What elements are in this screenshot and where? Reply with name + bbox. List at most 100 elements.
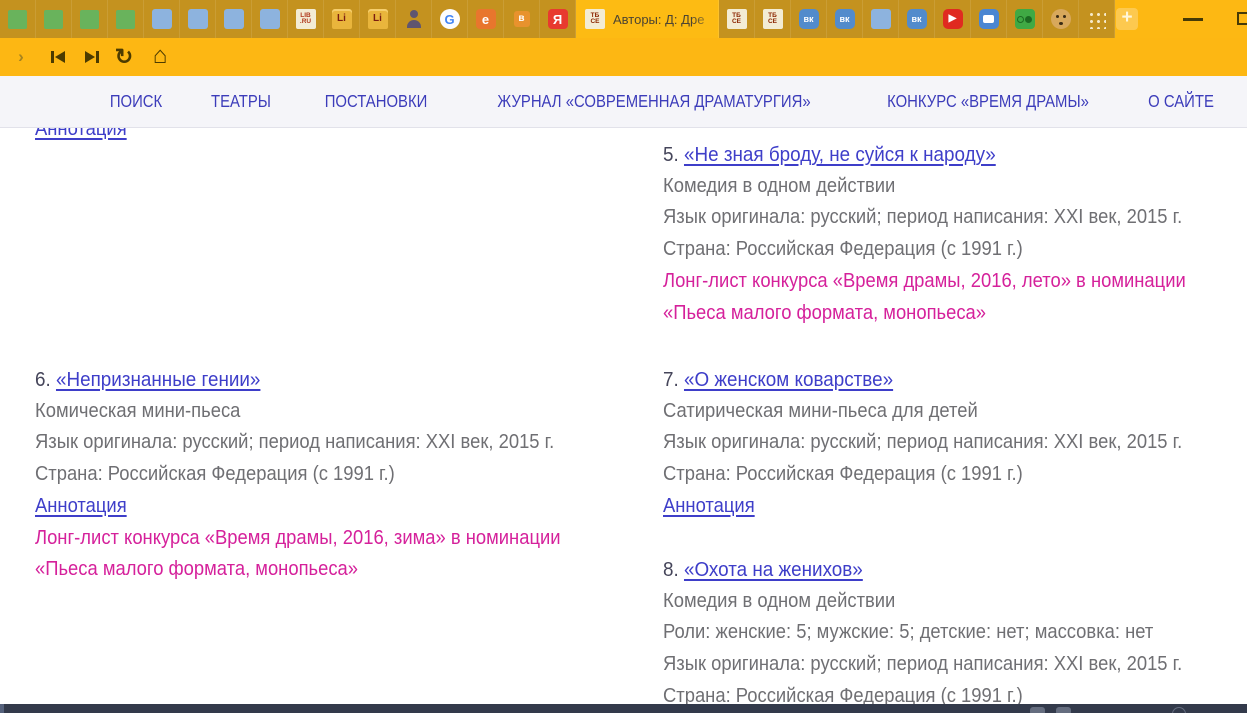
nav-item-4[interactable]: КОНКУРС «ВРЕМЯ ДРАМЫ» xyxy=(887,91,1089,112)
browser-toolbar: › ↻ ⌂ theatre-library.ru/authors/d/drey_… xyxy=(0,38,1247,76)
nav-item-5[interactable]: О САЙТЕ xyxy=(1148,91,1214,112)
li-folder-icon: Li xyxy=(368,9,388,29)
back-icon xyxy=(51,51,67,63)
theatre-icon: ТБСЕ xyxy=(763,9,783,29)
annotation-link[interactable]: Аннотация xyxy=(663,495,755,517)
bottom-panel-notch xyxy=(0,704,4,713)
award-line: Лонг-лист конкурса «Время драмы, 2016, з… xyxy=(35,523,624,555)
tab-yandex[interactable]: Я xyxy=(540,0,576,38)
green-square-icon xyxy=(44,10,63,29)
tab-green-square[interactable] xyxy=(36,0,72,38)
bottom-panel xyxy=(0,704,1247,713)
theatre-icon: ТБСЕ xyxy=(727,9,747,29)
tab-dog[interactable] xyxy=(1043,0,1079,38)
hidden-panel-icon xyxy=(1056,707,1071,713)
play-item-6: 6. «Непризнанные гении»Комическая мини-п… xyxy=(35,364,624,586)
tab-grid[interactable] xyxy=(1079,0,1115,38)
tab-green-square[interactable] xyxy=(108,0,144,38)
annotation-link[interactable]: Аннотация xyxy=(35,495,127,517)
tab-green-square[interactable] xyxy=(72,0,108,38)
play-detail-line: Страна: Российская Федерация (с 1991 г.) xyxy=(663,681,1247,704)
chat-icon xyxy=(979,9,999,29)
tab-book[interactable] xyxy=(216,0,252,38)
restore-window-button[interactable] xyxy=(1237,12,1247,25)
book-icon xyxy=(260,9,280,29)
play-detail-line: Страна: Российская Федерация (с 1991 г.) xyxy=(663,459,1247,491)
play-detail-line: Язык оригинала: русский; период написани… xyxy=(35,427,624,459)
li-folder-icon: Li xyxy=(332,9,352,29)
vk-icon: вк xyxy=(907,9,927,29)
tab-book[interactable] xyxy=(863,0,899,38)
tab-book[interactable] xyxy=(180,0,216,38)
tab-vk[interactable]: вк xyxy=(827,0,863,38)
play-heading: 6. «Непризнанные гении» xyxy=(35,364,624,396)
sidebar-chevron-icon[interactable]: › xyxy=(8,38,34,76)
play-detail-line: Сатирическая мини-пьеса для детей xyxy=(663,396,1247,428)
site-navigation: ПОИСК ТЕАТРЫ ПОСТАНОВКИ ЖУРНАЛ «СОВРЕМЕННАЯ… xyxy=(0,76,1247,128)
tab-book[interactable] xyxy=(252,0,288,38)
nav-item-2[interactable]: ПОСТАНОВКИ xyxy=(325,91,428,112)
active-tab-title: Авторы: Д: Дре xyxy=(613,12,704,27)
book-icon xyxy=(871,9,891,29)
e-service-icon: е xyxy=(476,9,496,29)
tab-li-folder[interactable]: Li xyxy=(360,0,396,38)
back-button[interactable] xyxy=(44,38,74,76)
tab-green-square[interactable] xyxy=(0,0,36,38)
new-tab-button[interactable]: + xyxy=(1116,8,1138,30)
play-detail-line: Комическая мини-пьеса xyxy=(35,396,624,428)
play-detail-line: Комедия в одном действии xyxy=(663,171,1247,203)
green-square-icon xyxy=(116,10,135,29)
tab-chat[interactable] xyxy=(971,0,1007,38)
play-title-link[interactable]: «О женском коварстве» xyxy=(684,368,893,391)
tab-youtube[interactable]: ▶ xyxy=(935,0,971,38)
web-page: Аннотация ПОИСК ТЕАТРЫ ПОСТАНОВКИ ЖУРНАЛ «С… xyxy=(0,76,1247,704)
tab-green-app[interactable] xyxy=(1007,0,1043,38)
play-detail-line: Комедия в одном действии xyxy=(663,586,1247,618)
home-button[interactable]: ⌂ xyxy=(144,38,176,76)
tab-theatre[interactable]: ТБСЕ xyxy=(719,0,755,38)
play-title-link[interactable]: «Непризнанные гении» xyxy=(56,368,260,391)
play-number: 5. xyxy=(663,143,679,166)
tab-theatre[interactable]: ТБСЕ xyxy=(755,0,791,38)
play-number: 6. xyxy=(35,368,51,391)
play-item-8: 8. «Охота на женихов»Комедия в одном дей… xyxy=(663,554,1247,704)
tab-v-service[interactable]: в xyxy=(504,0,540,38)
forward-button[interactable] xyxy=(76,38,106,76)
play-detail-line: Язык оригинала: русский; период написани… xyxy=(663,202,1247,234)
book-icon xyxy=(152,9,172,29)
tab-vk[interactable]: вк xyxy=(899,0,935,38)
tab-li-folder[interactable]: Li xyxy=(324,0,360,38)
tab-e-service[interactable]: е xyxy=(468,0,504,38)
play-item-7: 7. «О женском коварстве» Сатирическая мин… xyxy=(663,364,1247,523)
play-detail-line: Роли: женские: 5; мужские: 5; детские: н… xyxy=(663,617,1247,649)
browser-window: LIB.RULiLiGевЯТБСЕАвторы: Д: ДреТБСЕТБСЕ… xyxy=(0,0,1247,713)
libru-icon: LIB.RU xyxy=(296,9,316,29)
tab-vk[interactable]: вк xyxy=(791,0,827,38)
reload-button[interactable]: ↻ xyxy=(109,38,139,76)
vk-icon: вк xyxy=(835,9,855,29)
nav-item-1[interactable]: ТЕАТРЫ xyxy=(211,91,271,112)
play-detail-line: Язык оригинала: русский; период написани… xyxy=(663,427,1247,459)
vk-icon: вк xyxy=(799,9,819,29)
v-service-icon: в xyxy=(514,11,530,27)
play-heading: 5. «Не зная броду, не суйся к народу» xyxy=(663,139,1247,171)
book-icon xyxy=(224,9,244,29)
active-tab-theatre[interactable]: ТБСЕАвторы: Д: Дре xyxy=(576,0,719,38)
green-app-icon xyxy=(1015,9,1035,29)
nav-item-3[interactable]: ЖУРНАЛ «СОВРЕМЕННАЯ ДРАМАТУРГИЯ» xyxy=(497,91,810,112)
green-square-icon xyxy=(80,10,99,29)
tab-libru[interactable]: LIB.RU xyxy=(288,0,324,38)
forward-icon xyxy=(83,51,99,63)
dog-icon xyxy=(1051,9,1071,29)
tab-person[interactable] xyxy=(396,0,432,38)
nav-item-0[interactable]: ПОИСК xyxy=(110,91,162,112)
tab-book[interactable] xyxy=(144,0,180,38)
tab-strip: LIB.RULiLiGевЯТБСЕАвторы: Д: ДреТБСЕТБСЕ… xyxy=(0,0,1115,38)
play-title-link[interactable]: «Охота на женихов» xyxy=(684,558,863,581)
play-detail-line: Страна: Российская Федерация (с 1991 г.) xyxy=(35,459,624,491)
play-title-link[interactable]: «Не зная броду, не суйся к народу» xyxy=(684,143,996,166)
minimize-button[interactable] xyxy=(1183,18,1203,21)
play-number: 7. xyxy=(663,368,679,391)
tab-google[interactable]: G xyxy=(432,0,468,38)
book-icon xyxy=(188,9,208,29)
